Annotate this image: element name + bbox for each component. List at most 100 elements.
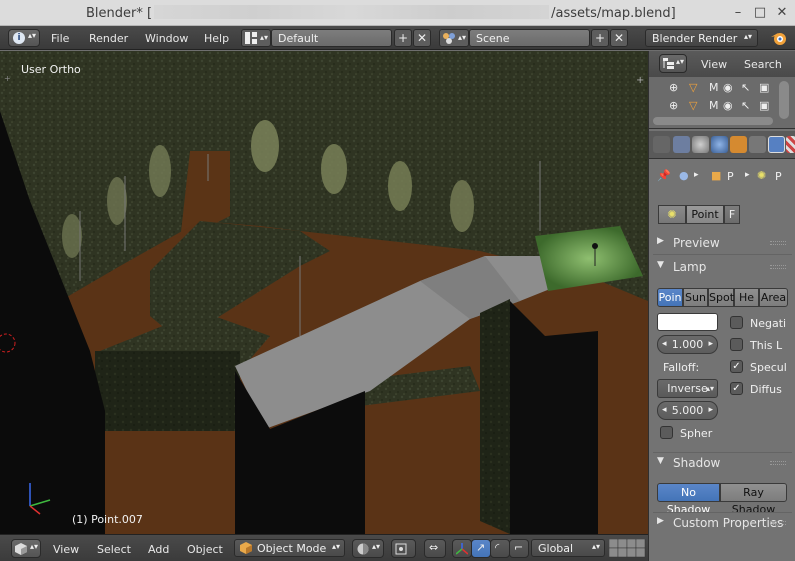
panel-grip-icon[interactable] <box>770 241 786 245</box>
specular-checkbox[interactable]: ✓ <box>730 360 743 373</box>
world-tab-icon[interactable] <box>711 136 728 153</box>
layer-buttons[interactable] <box>608 538 647 558</box>
window-title-bracket: [ <box>147 6 153 21</box>
outliner-menu-view[interactable]: View <box>701 58 727 71</box>
outliner-editor-type-button[interactable]: ▴▾ <box>659 54 687 73</box>
editor-type-3d-button[interactable]: ▴▾ <box>11 539 41 558</box>
constraints-tab-icon[interactable] <box>749 136 766 153</box>
remove-scene-button[interactable]: ✕ <box>610 29 628 47</box>
layer-grid-icon <box>608 538 646 558</box>
minimize-button[interactable]: – <box>729 4 747 22</box>
viewport-shading-select[interactable]: ▴▾ <box>352 539 384 558</box>
menu-object[interactable]: Object <box>187 543 223 556</box>
lamp-datablock-name[interactable]: Point <box>686 205 724 224</box>
custom-properties-panel-header[interactable]: ▶ Custom Properties <box>653 512 792 534</box>
shadow-panel-header[interactable]: ▼ Shadow <box>653 452 792 474</box>
outliner-row-name: M <box>709 81 719 94</box>
render-layers-tab-icon[interactable] <box>673 136 690 153</box>
menu-view[interactable]: View <box>53 543 79 556</box>
preview-panel-header[interactable]: ▶ Preview <box>653 233 792 255</box>
right-region: ▴▾ View Search ⊕ ▽ M ◉ ↖ ▣ ⊕ ▽ M ◉ ↖ ▣ 📌… <box>648 51 795 561</box>
screen-layout-picker[interactable]: ▴▾ <box>241 29 271 47</box>
negative-checkbox[interactable] <box>730 316 743 329</box>
outliner-scrollbar[interactable] <box>779 81 789 119</box>
chevron-updown-icon: ▴▾ <box>372 542 381 551</box>
context-object-name: P <box>727 170 734 183</box>
outliner: ▴▾ View Search ⊕ ▽ M ◉ ↖ ▣ ⊕ ▽ M ◉ ↖ ▣ <box>649 51 795 129</box>
energy-field[interactable]: ◂ 1.000 ▸ <box>657 335 718 354</box>
pivot-point-select[interactable] <box>391 539 416 558</box>
screen-layout-name[interactable]: Default <box>271 29 392 47</box>
panel-grip-icon[interactable] <box>770 265 786 269</box>
fake-user-button[interactable]: F <box>724 205 740 224</box>
lamp-type-spot[interactable]: Spot <box>708 288 734 307</box>
3d-viewport[interactable]: + + User Ortho (1) Point.007 <box>0 51 648 534</box>
add-scene-button[interactable]: + <box>591 29 609 47</box>
blender-window: Blender* [/assets/map.blend] – □ ✕ i ▴▾ … <box>0 0 795 561</box>
lamp-data-tab-icon[interactable] <box>768 136 785 153</box>
rotate-manipulator-button[interactable]: ◜ <box>490 539 510 558</box>
sphere-checkbox[interactable] <box>660 426 673 439</box>
transform-orientation-select[interactable]: Global ▴▾ <box>531 539 605 557</box>
menu-add[interactable]: Add <box>148 543 169 556</box>
camera-render-icon[interactable]: ▣ <box>759 81 769 94</box>
menu-select[interactable]: Select <box>97 543 131 556</box>
close-button[interactable]: ✕ <box>773 4 791 22</box>
shadow-ray-button[interactable]: Ray Shadow <box>720 483 787 516</box>
scene-picker[interactable]: ▴▾ <box>439 29 469 47</box>
cursor-select-icon[interactable]: ↖ <box>741 81 750 94</box>
eye-icon[interactable]: ◉ <box>723 99 733 112</box>
manipulator-toggle[interactable]: ⇔ <box>424 539 446 558</box>
layout-grid-icon <box>245 32 257 44</box>
scene-tab-icon[interactable] <box>692 136 709 153</box>
properties-context: 📌 ● ▸ ■ P ▸ ✺ P <box>649 161 795 195</box>
remove-screen-button[interactable]: ✕ <box>413 29 431 47</box>
object-tab-icon[interactable] <box>730 136 747 153</box>
lamp-datablock-browse[interactable]: ✺ <box>658 205 686 224</box>
falloff-select[interactable]: Inverse ▴▾ <box>657 379 718 398</box>
outliner-row[interactable]: ⊕ ▽ M ◉ ↖ ▣ <box>649 96 795 115</box>
info-icon: i <box>13 32 25 44</box>
render-engine-select[interactable]: Blender Render ▴▾ <box>645 29 758 47</box>
cursor-select-icon[interactable]: ↖ <box>741 99 750 112</box>
lamp-type-point[interactable]: Poin <box>657 288 683 307</box>
add-screen-button[interactable]: + <box>394 29 412 47</box>
lamp-type-sun[interactable]: Sun <box>683 288 708 307</box>
lamp-type-hemi[interactable]: He <box>734 288 759 307</box>
scene-name[interactable]: Scene <box>469 29 590 47</box>
chevron-updown-icon: ▴▾ <box>591 542 600 551</box>
eye-icon[interactable]: ◉ <box>723 81 733 94</box>
outliner-menu-search[interactable]: Search <box>744 58 782 71</box>
translate-manipulator-button[interactable] <box>452 539 472 558</box>
outliner-row[interactable]: ⊕ ▽ M ◉ ↖ ▣ <box>649 78 795 97</box>
pivot-icon <box>395 543 407 555</box>
distance-field[interactable]: ◂ 5.000 ▸ <box>657 401 718 420</box>
menu-window[interactable]: Window <box>145 32 188 45</box>
menu-file[interactable]: File <box>51 32 69 45</box>
object-context-icon: ■ <box>711 169 722 182</box>
this-layer-checkbox[interactable] <box>730 338 743 351</box>
menu-help[interactable]: Help <box>204 32 229 45</box>
this-layer-label: This L <box>750 339 783 352</box>
camera-render-icon[interactable]: ▣ <box>759 99 769 112</box>
render-tab-icon[interactable] <box>653 136 670 153</box>
distance-value: 5.000 <box>671 404 704 417</box>
pin-icon[interactable]: 📌 <box>657 169 671 182</box>
menu-render[interactable]: Render <box>89 32 128 45</box>
editor-type-button[interactable]: i ▴▾ <box>8 29 40 47</box>
move-manipulator-button[interactable]: ↗ <box>471 539 491 558</box>
lamp-color-swatch[interactable] <box>657 313 718 331</box>
panel-grip-icon[interactable] <box>770 521 786 525</box>
lamp-type-area[interactable]: Area <box>759 288 788 307</box>
panel-grip-icon[interactable] <box>770 461 786 465</box>
texture-tab-icon[interactable] <box>786 136 795 153</box>
outliner-hscrollbar[interactable] <box>653 117 773 125</box>
scale-manipulator-button[interactable]: ⌐ <box>509 539 529 558</box>
render-engine-label: Blender Render <box>652 32 738 45</box>
lamp-panel-header[interactable]: ▼ Lamp <box>653 257 792 279</box>
mode-select[interactable]: Object Mode ▴▾ <box>234 539 345 557</box>
shadow-none-button[interactable]: No Shadow <box>657 483 720 516</box>
diffuse-checkbox[interactable]: ✓ <box>730 382 743 395</box>
chevron-updown-icon: ▴▾ <box>705 384 714 393</box>
maximize-button[interactable]: □ <box>751 4 769 22</box>
